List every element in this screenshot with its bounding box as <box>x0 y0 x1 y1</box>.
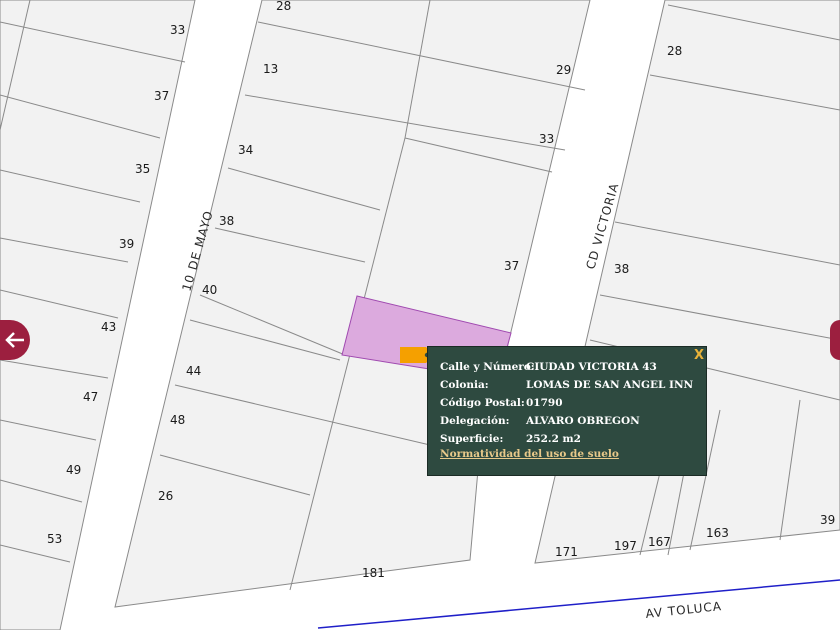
info-row-colonia: Colonia: LOMAS DE SAN ANGEL INN <box>440 376 693 394</box>
lot-number: 48 <box>170 413 185 427</box>
lot-number: 34 <box>238 143 253 157</box>
info-row-address: Calle y Número: CIUDAD VICTORIA 43 <box>440 358 693 376</box>
info-label: Código Postal: <box>440 397 525 409</box>
info-value: 01790 <box>526 397 563 409</box>
lot-number: 33 <box>170 23 185 37</box>
info-rows: Calle y Número: CIUDAD VICTORIA 43 Colon… <box>440 358 693 448</box>
lot-number: 33 <box>539 132 554 146</box>
lot-number: 163 <box>706 526 729 540</box>
info-label: Calle y Número: <box>440 361 535 373</box>
lot-number: 39 <box>820 513 835 527</box>
nav-right-button[interactable] <box>830 320 840 360</box>
lot-number: 28 <box>667 44 682 58</box>
info-row-delegacion: Delegación: ALVARO OBREGON <box>440 412 693 430</box>
lot-number: 26 <box>158 489 173 503</box>
lot-number: 171 <box>555 545 578 559</box>
lot-number: 29 <box>556 63 571 77</box>
lot-number: 47 <box>83 390 98 404</box>
parcel-map[interactable]: 10 DE MAYO CD VICTORIA AV TOLUCA 28 33 1… <box>0 0 840 630</box>
lot-number: 35 <box>135 162 150 176</box>
lot-number: 38 <box>219 214 234 228</box>
lot-number: 181 <box>362 566 385 580</box>
info-label: Delegación: <box>440 415 510 427</box>
lot-number: 39 <box>119 237 134 251</box>
info-value: LOMAS DE SAN ANGEL INN <box>526 379 694 391</box>
info-row-superficie: Superficie: 252.2 m2 <box>440 430 693 448</box>
land-use-regulations-link[interactable]: Normatividad del uso de suelo <box>440 448 619 460</box>
lot-number: 49 <box>66 463 81 477</box>
info-value: 252.2 m2 <box>526 433 581 445</box>
info-label: Colonia: <box>440 379 489 391</box>
lot-number: 43 <box>101 320 116 334</box>
info-value: ALVARO OBREGON <box>526 415 640 427</box>
info-row-postal-code: Código Postal: 01790 <box>440 394 693 412</box>
lot-number: 197 <box>614 539 637 553</box>
lot-number: 44 <box>186 364 201 378</box>
lot-number: 40 <box>202 283 217 297</box>
info-label: Superficie: <box>440 433 504 445</box>
lot-number: 53 <box>47 532 62 546</box>
lot-number: 37 <box>504 259 519 273</box>
close-icon[interactable]: X <box>692 348 706 363</box>
info-value: CIUDAD VICTORIA 43 <box>526 361 657 373</box>
lot-number: 38 <box>614 262 629 276</box>
lot-number: 28 <box>276 0 291 13</box>
lot-number: 37 <box>154 89 169 103</box>
parcel-info-popup: X Calle y Número: CIUDAD VICTORIA 43 Col… <box>427 346 707 476</box>
lot-number: 167 <box>648 535 671 549</box>
arrow-left-icon <box>5 332 24 348</box>
lot-number: 13 <box>263 62 278 76</box>
